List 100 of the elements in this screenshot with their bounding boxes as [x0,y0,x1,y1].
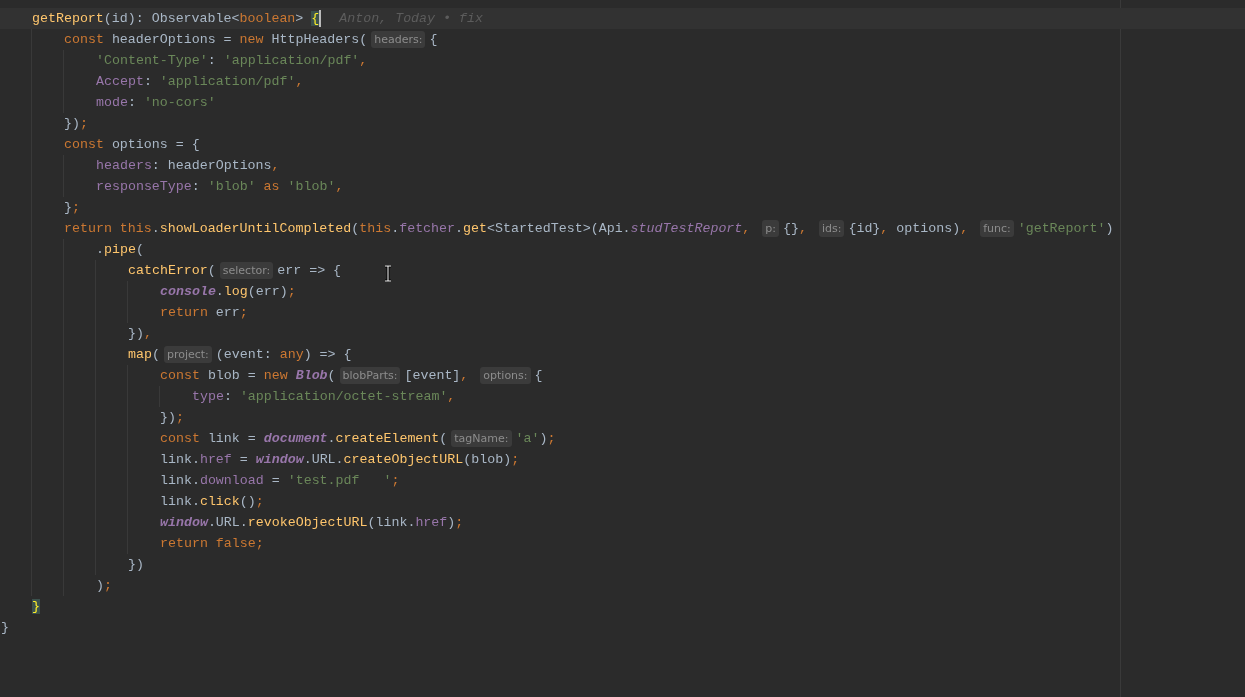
code-text: (event: [215,347,273,362]
keyword: const [160,431,201,446]
code-text: () [239,494,256,509]
code-text: : [143,74,153,89]
parameter-hint: tagName: [451,430,512,447]
code-text: . [151,221,160,236]
matched-brace: { [311,11,320,26]
code-text: .URL. [303,452,344,467]
punctuation: , [335,179,344,194]
code-editor[interactable] [0,0,1245,697]
function-name: catchError [128,263,208,278]
punctuation: ; [104,578,112,593]
punctuation: , [271,158,280,173]
code-text: } [1,620,9,635]
string-literal: 'getReport' [1017,221,1106,236]
code-text: [event] [404,368,461,383]
punctuation: ; [287,284,296,299]
global-object: document [263,431,328,446]
code-text: { [534,368,543,383]
code-text: = [238,452,249,467]
code-text: link = [207,431,257,446]
string-literal: 'blob' [287,179,336,194]
code-text: ) [96,578,104,593]
function-name: getReport [32,11,104,26]
code-text: err => { [277,263,342,278]
code-text: (err) [247,284,288,299]
code-text: link. [160,473,200,488]
code-text: } [64,200,72,215]
punctuation: ; [72,200,80,215]
punctuation: , [742,221,752,236]
parameter-hint: headers: [371,31,426,48]
code-text: = [270,473,281,488]
function-name: map [128,347,152,362]
code-text: ( [207,263,216,278]
punctuation: , [447,389,456,404]
keyword: return false [160,536,256,551]
property-name: type [192,389,224,404]
code-text: : [191,179,201,194]
global-object: window [160,515,208,530]
parameter-hint: selector: [219,262,274,279]
string-literal: 'application/pdf' [159,74,296,89]
punctuation: ; [511,452,520,467]
code-text: . [96,242,104,257]
code-text: ) => { [303,347,352,362]
parameter-hint: blobParts: [339,367,401,384]
code-text: : [223,389,233,404]
code-text: : headerOptions [151,158,272,173]
code-text: ) [447,515,456,530]
parameter-hint: p: [762,220,779,237]
code-text: options = { [111,137,200,152]
parameter-hint: ids: [818,220,845,237]
code-text: }) [128,326,144,341]
keyword: new [263,368,289,383]
property-name: mode [96,95,128,110]
code-text: err [215,305,240,320]
code-text: . [327,431,336,446]
code-text: . [391,221,400,236]
punctuation: ; [79,116,88,131]
function-name: pipe [104,242,136,257]
property-name: href [415,515,448,530]
code-text: {id} [848,221,881,236]
code-text: }) [64,116,80,131]
code-text: . [455,221,463,236]
code-text: (id): Observable< [103,11,240,26]
punctuation: ; [255,536,264,551]
function-name: get [463,221,487,236]
code-text: ( [439,431,448,446]
code-text: headerOptions = [111,32,233,47]
matched-brace: } [32,599,40,614]
code-text: {} [783,221,799,236]
string-literal: 'Content-Type' [96,53,208,68]
code-text: ( [351,221,360,236]
function-name: showLoaderUntilCompleted [159,221,352,236]
code-text: }) [160,410,176,425]
punctuation: , [295,74,304,89]
punctuation: ; [239,305,248,320]
code-text: HttpHeaders( [271,32,368,47]
property-name: href [199,452,232,467]
string-literal: 'no-cors' [143,95,216,110]
code-text: ) [539,431,548,446]
function-name: createElement [335,431,440,446]
punctuation: , [460,368,470,383]
code-text: <StartedTest>(Api. [486,221,631,236]
punctuation: ; [455,515,464,530]
punctuation: , [359,53,368,68]
code-text: ( [151,347,160,362]
property-name: Accept [96,74,144,89]
code-text: blob = [207,368,257,383]
punctuation: , [880,221,890,236]
code-text: }) [128,557,144,572]
parameter-hint: options: [480,367,531,384]
keyword: new [239,32,265,47]
punctuation: , [798,221,808,236]
keyword: as [262,179,281,194]
code-text: options) [896,221,961,236]
string-literal: 'blob' [207,179,256,194]
keyword: boolean [239,11,296,26]
text-caret [319,10,322,27]
code-text: > [295,11,305,26]
property-name: download [199,473,264,488]
